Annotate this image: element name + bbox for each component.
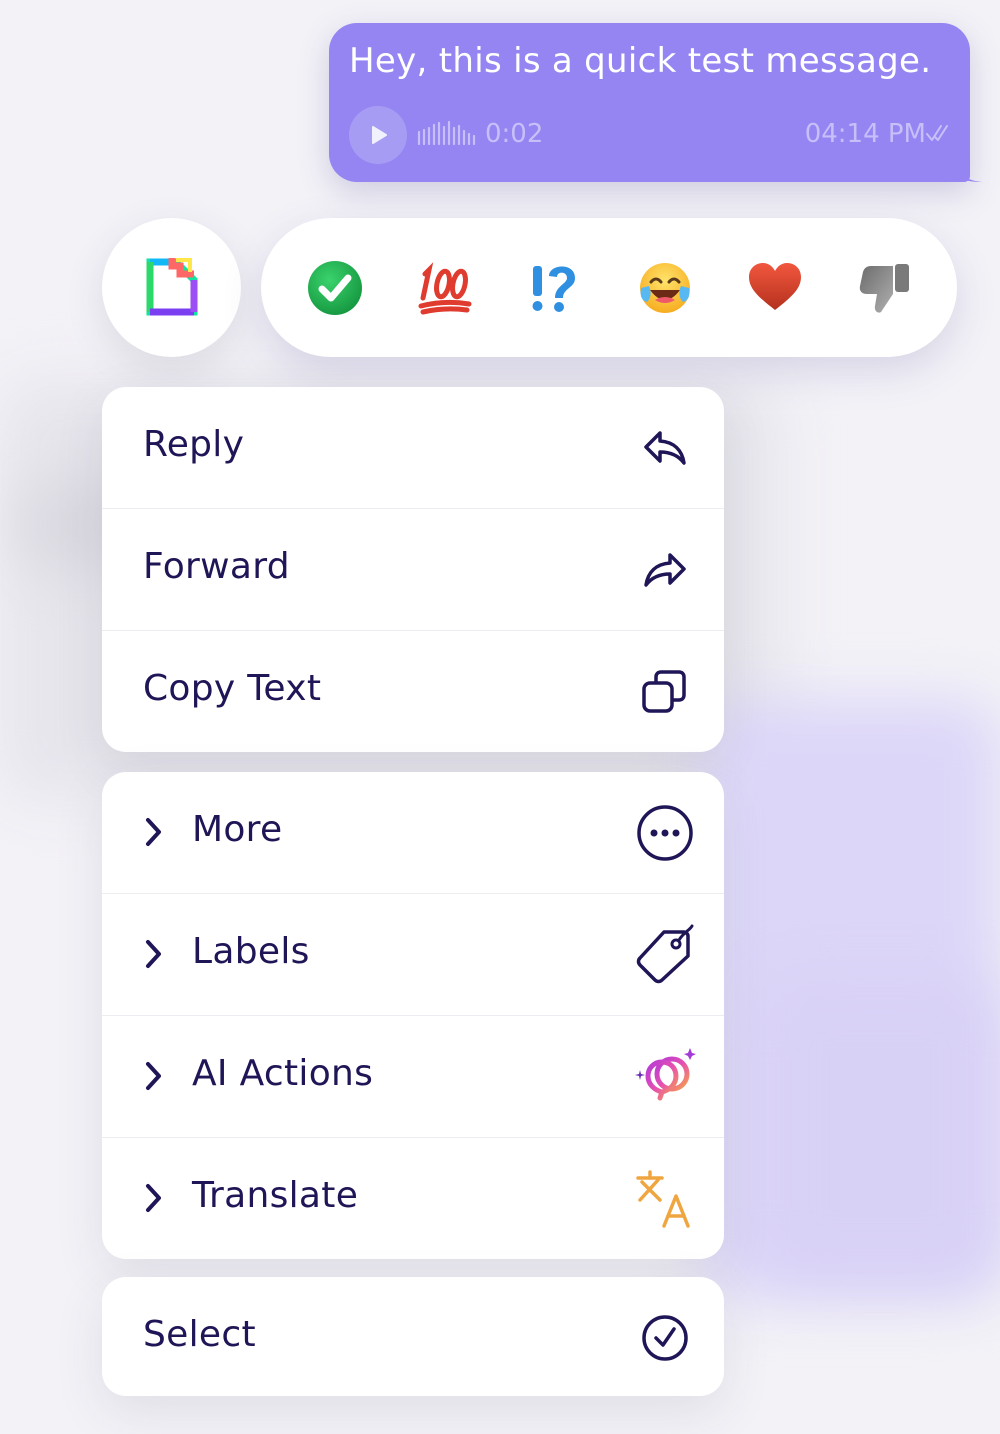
menu-item-copy-text[interactable]: Copy Text (102, 631, 724, 752)
message-bubble[interactable]: Hey, this is a quick test message. 0:02 … (329, 23, 970, 182)
select-check-icon (642, 1315, 688, 1361)
translate-icon (636, 1170, 690, 1228)
reply-icon (644, 431, 686, 465)
copy-icon (642, 670, 686, 713)
chevron-right-icon (146, 940, 161, 968)
action-menu-secondary: More Labels AI Actions Translate (102, 772, 724, 1259)
menu-item-label: Copy Text (143, 668, 322, 709)
action-menu-select: Select (102, 1277, 724, 1396)
menu-item-label: Translate (192, 1175, 359, 1216)
menu-item-label: Select (143, 1314, 256, 1355)
chevron-right-icon (146, 1062, 161, 1090)
audio-duration: 0:02 (485, 119, 544, 149)
action-menu-primary: Reply Forward Copy Text (102, 387, 724, 752)
gif-sticker-button[interactable] (102, 218, 241, 357)
bubble-tail (948, 152, 982, 182)
play-icon (372, 126, 387, 144)
play-button[interactable] (349, 106, 407, 164)
read-receipt-icon (926, 125, 948, 141)
tag-icon (636, 924, 694, 984)
menu-item-labels[interactable]: Labels (102, 894, 724, 1016)
menu-item-label: Reply (143, 424, 245, 465)
menu-item-label: Forward (143, 546, 290, 587)
message-timestamp: 04:14 PM (804, 119, 926, 149)
reaction-bar (261, 218, 957, 357)
backdrop-blur (760, 980, 1000, 1280)
thumbs-down-icon[interactable] (857, 260, 913, 316)
menu-item-label: More (192, 809, 283, 850)
message-text: Hey, this is a quick test message. (349, 41, 932, 81)
heart-icon[interactable] (747, 260, 803, 316)
check-mark-icon[interactable] (307, 260, 363, 316)
menu-item-translate[interactable]: Translate (102, 1138, 724, 1259)
ai-sparkle-icon (635, 1048, 696, 1101)
waveform-icon (417, 120, 476, 146)
menu-item-more[interactable]: More (102, 772, 724, 894)
tears-of-joy-icon[interactable] (637, 260, 693, 316)
hundred-points-icon[interactable] (417, 260, 473, 316)
menu-item-forward[interactable]: Forward (102, 509, 724, 631)
forward-icon (644, 553, 686, 587)
menu-item-reply[interactable]: Reply (102, 387, 724, 509)
interrobang-icon[interactable] (527, 260, 583, 316)
menu-item-label: AI Actions (192, 1053, 374, 1094)
menu-item-ai-actions[interactable]: AI Actions (102, 1016, 724, 1138)
gif-sticker-icon (146, 258, 198, 316)
menu-item-select[interactable]: Select (102, 1277, 724, 1396)
menu-item-label: Labels (192, 931, 310, 972)
chevron-right-icon (146, 1184, 161, 1212)
more-icon (637, 805, 693, 861)
chevron-right-icon (146, 818, 161, 846)
